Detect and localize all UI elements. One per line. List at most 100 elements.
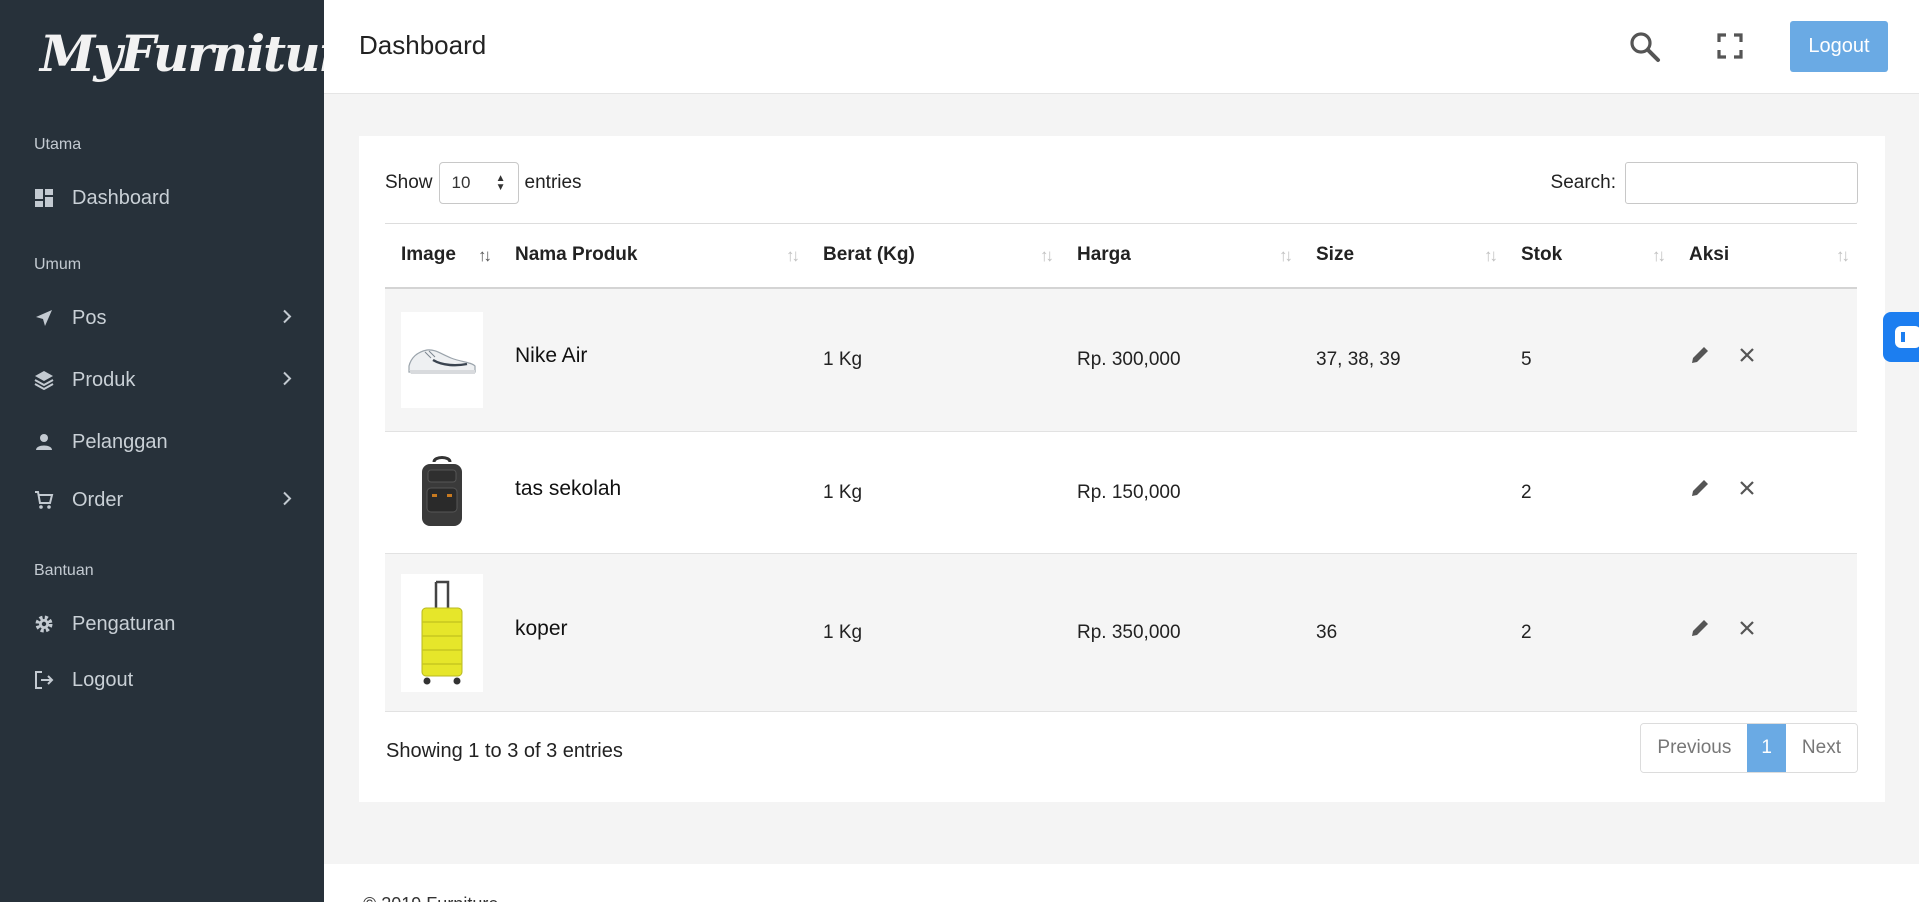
sort-icon: ↑↓	[1652, 246, 1666, 265]
sidebar-item-label: Pelanggan	[72, 430, 168, 453]
send-icon	[34, 308, 54, 328]
sidebar-item-label: Dashboard	[72, 186, 170, 209]
product-image-cell	[385, 553, 499, 712]
footer-text: © 2019 Furniture	[363, 894, 498, 902]
brand-logo[interactable]: MyFurniture	[0, 0, 375, 106]
sidebar-item-label: Pos	[72, 306, 107, 329]
column-header-name[interactable]: Nama Produk ↑↓	[499, 223, 807, 289]
product-stock: 5	[1505, 287, 1673, 432]
sort-icon: ↑↓	[1836, 246, 1850, 265]
product-stock: 2	[1505, 431, 1673, 554]
sidebar-item-label: Order	[72, 488, 124, 511]
select-arrows-icon: ▲ ▼	[495, 173, 506, 193]
column-header-price[interactable]: Harga ↑↓	[1061, 223, 1300, 289]
logo-text: MyFurniture	[40, 23, 375, 83]
sidebar-item-label: Produk	[72, 368, 136, 391]
fullscreen-icon[interactable]	[1716, 32, 1744, 60]
column-header-weight[interactable]: Berat (Kg) ↑↓	[807, 223, 1061, 289]
product-name: koper	[515, 616, 568, 640]
product-actions	[1673, 287, 1857, 432]
product-image-cell	[385, 287, 499, 432]
product-weight: 1 Kg	[807, 287, 1061, 432]
product-name-cell: koper	[499, 553, 807, 712]
backpack-image	[401, 447, 483, 538]
table-info: Showing 1 to 3 of 3 entries	[386, 740, 623, 762]
product-actions	[1673, 431, 1857, 554]
product-price: Rp. 300,000	[1061, 287, 1300, 432]
product-price: Rp. 150,000	[1061, 431, 1300, 554]
product-size: 37, 38, 39	[1300, 287, 1505, 432]
footer: © 2019 Furniture	[324, 864, 1919, 902]
sort-icon: ↑↓	[1484, 246, 1498, 265]
sidebar-item-dashboard[interactable]: Dashboard	[0, 174, 324, 222]
entries-select[interactable]: 10 ▲ ▼	[438, 162, 519, 204]
sidebar-section-umum: Umum	[34, 256, 82, 273]
layers-icon	[34, 370, 54, 390]
entries-label: entries	[524, 172, 582, 193]
pagination: Previous 1 Next	[1640, 723, 1858, 773]
sidebar-item-pelanggan[interactable]: Pelanggan	[0, 418, 324, 466]
dashboard-icon	[34, 188, 54, 208]
cart-icon	[34, 490, 54, 510]
table-row: tas sekolah 1 Kg Rp. 150,000 2	[385, 431, 1857, 554]
product-price: Rp. 350,000	[1061, 553, 1300, 712]
sidebar-section-utama: Utama	[34, 136, 82, 153]
product-size: 36	[1300, 553, 1505, 712]
chat-widget-icon	[1895, 326, 1919, 348]
edit-icon[interactable]	[1689, 477, 1711, 505]
sort-icon: ↑↓	[1279, 246, 1293, 265]
sidebar-item-logout[interactable]: Logout	[0, 656, 324, 704]
next-page-button[interactable]: Next	[1785, 724, 1857, 772]
entries-length-control: Show 10 ▲ ▼ entries	[385, 162, 582, 204]
show-label: Show	[385, 172, 433, 193]
product-size	[1300, 431, 1505, 554]
product-name: Nike Air	[515, 343, 588, 367]
product-image-cell	[385, 431, 499, 554]
column-header-stock[interactable]: Stok ↑↓	[1505, 223, 1673, 289]
product-stock: 2	[1505, 553, 1673, 712]
products-card: Show 10 ▲ ▼ entries Search: Image ↑↓ Nama…	[359, 136, 1885, 802]
delete-icon[interactable]	[1737, 478, 1757, 504]
sidebar: MyFurniture Utama Dashboard Umum Pos Pro…	[0, 0, 375, 902]
shoe-image	[401, 311, 483, 408]
table-search: Search:	[1551, 162, 1858, 204]
sidebar-item-produk[interactable]: Produk	[0, 356, 324, 404]
sidebar-item-order[interactable]: Order	[0, 476, 324, 524]
sidebar-item-pengaturan[interactable]: Pengaturan	[0, 600, 324, 648]
delete-icon[interactable]	[1737, 345, 1757, 371]
chevron-right-icon	[282, 307, 292, 330]
edit-icon[interactable]	[1689, 617, 1711, 645]
sort-asc-icon: ↑↓	[478, 246, 492, 265]
search-input[interactable]	[1625, 162, 1858, 204]
gear-icon	[34, 614, 54, 634]
person-icon	[34, 432, 54, 452]
column-header-actions[interactable]: Aksi ↑↓	[1673, 223, 1857, 289]
page-title: Dashboard	[359, 30, 487, 60]
edit-icon[interactable]	[1689, 344, 1711, 372]
table-row: Nike Air 1 Kg Rp. 300,000 37, 38, 39 5	[385, 287, 1857, 432]
sort-icon: ↑↓	[1040, 246, 1054, 265]
column-header-size[interactable]: Size ↑↓	[1300, 223, 1505, 289]
previous-page-button[interactable]: Previous	[1641, 724, 1748, 772]
sort-icon: ↑↓	[786, 246, 800, 265]
logout-icon	[34, 670, 54, 690]
search-label: Search:	[1550, 172, 1616, 193]
table-row: koper 1 Kg Rp. 350,000 36 2	[385, 553, 1857, 712]
products-table: Image ↑↓ Nama Produk ↑↓ Berat (Kg) ↑↓ Ha…	[385, 223, 1857, 712]
table-header-row: Image ↑↓ Nama Produk ↑↓ Berat (Kg) ↑↓ Ha…	[385, 223, 1857, 289]
product-weight: 1 Kg	[807, 553, 1061, 712]
sidebar-section-bantuan: Bantuan	[34, 562, 94, 579]
sidebar-item-pos[interactable]: Pos	[0, 294, 324, 342]
column-header-image[interactable]: Image ↑↓	[385, 223, 499, 289]
delete-icon[interactable]	[1737, 618, 1757, 644]
product-name: tas sekolah	[515, 476, 622, 500]
product-name-cell: tas sekolah	[499, 431, 807, 554]
floating-widget-button[interactable]	[1883, 312, 1919, 362]
product-name-cell: Nike Air	[499, 287, 807, 432]
page-1-button[interactable]: 1	[1747, 724, 1786, 772]
sidebar-item-label: Logout	[72, 668, 134, 691]
sidebar-item-label: Pengaturan	[72, 612, 176, 635]
logout-button[interactable]: Logout	[1790, 21, 1888, 72]
chevron-right-icon	[282, 369, 292, 392]
search-icon[interactable]	[1628, 30, 1662, 64]
